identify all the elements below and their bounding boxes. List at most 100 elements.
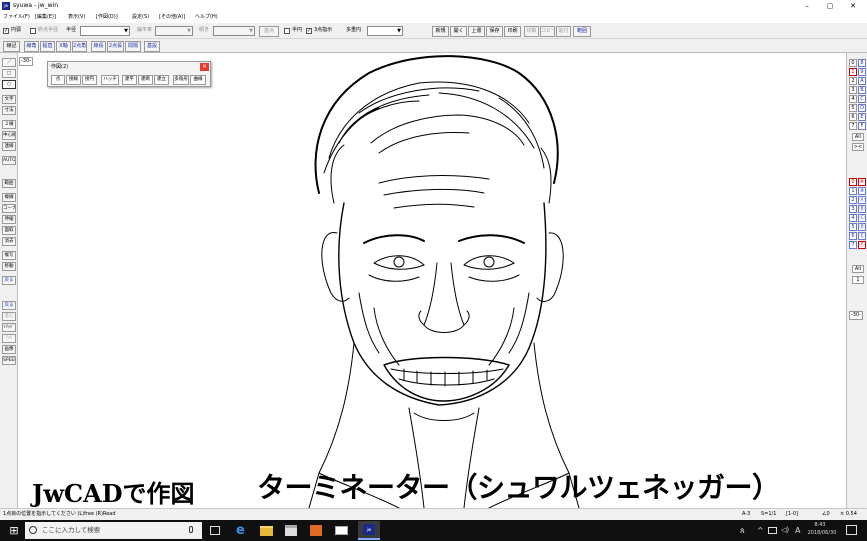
group-all-button[interactable]: All — [852, 265, 864, 273]
layer-all-button[interactable]: All — [852, 133, 864, 141]
group-a[interactable]: Ⓐ — [858, 196, 866, 204]
base-point-button[interactable]: 基点 — [259, 26, 279, 37]
rectangle-tool-button[interactable]: □ — [2, 69, 16, 78]
popup-plan-button[interactable]: 建平 — [122, 75, 137, 85]
layer-7[interactable]: 7 — [849, 122, 857, 130]
popup-curve-button[interactable]: 曲線 — [190, 75, 206, 85]
status-zoom[interactable]: × 0.54 — [840, 509, 857, 519]
menu-view[interactable]: 表示(V) — [68, 12, 85, 22]
group-1[interactable]: 1 — [849, 187, 857, 195]
layer-1[interactable]: 1 — [849, 68, 857, 76]
circle-tool-button[interactable]: ○ — [2, 80, 16, 89]
group-d[interactable]: Ⓓ — [858, 223, 866, 231]
three-point-checkbox[interactable]: ✓ — [306, 28, 312, 34]
layer-8[interactable]: 8 — [858, 59, 866, 67]
chamfer-tool-button[interactable]: 面取 — [2, 226, 16, 235]
popup-close-button[interactable]: × — [200, 63, 209, 71]
menu-draw[interactable]: [作図(D)] — [96, 12, 118, 22]
group-5[interactable]: 5 — [849, 223, 857, 231]
popup-point-button[interactable]: 点 — [51, 75, 65, 85]
tool2-line-attr-button[interactable]: 線記 — [3, 41, 20, 52]
text-tool-button[interactable]: 文字 — [2, 95, 16, 104]
tool2-two-point-length-button[interactable]: 2点長 — [107, 41, 124, 52]
network-icon[interactable] — [768, 527, 777, 534]
menu-other[interactable]: [その他(A)] — [159, 12, 185, 22]
undo2-tool-button[interactable]: 戻る — [2, 301, 16, 310]
layer-a[interactable]: A — [858, 77, 866, 85]
status-scale[interactable]: S=1/1 — [761, 509, 776, 519]
group-7[interactable]: 7 — [849, 241, 857, 249]
cut-button[interactable]: 切取 — [524, 26, 539, 37]
undo-tool-button[interactable]: 戻る — [2, 276, 16, 285]
menu-help[interactable]: ヘルプ(H) — [195, 12, 218, 22]
group-c[interactable]: Ⓒ — [858, 214, 866, 222]
offset-line-tool-button[interactable]: 複線 — [2, 193, 16, 202]
group-f[interactable]: Ⓕ — [858, 241, 866, 249]
layer-4[interactable]: 4 — [849, 95, 857, 103]
layer-3[interactable]: 3 — [849, 86, 857, 94]
flatness-combo[interactable]: ▼ — [155, 26, 193, 36]
tilt-combo[interactable]: ▼ — [213, 26, 255, 36]
tool2-two-point-angle-button[interactable]: 2点角 — [72, 41, 87, 52]
popup-polygon-button[interactable]: 多角形 — [173, 75, 189, 85]
dimension-tool-button[interactable]: 寸法 — [2, 106, 16, 115]
status-paper-size[interactable]: A-3 — [742, 509, 750, 519]
group-4[interactable]: 4 — [849, 214, 857, 222]
group-8[interactable]: ⑧ — [858, 178, 866, 186]
layer-d[interactable]: D — [858, 104, 866, 112]
volume-icon[interactable]: ◁) — [781, 523, 789, 538]
status-angle[interactable]: ∠0 — [822, 509, 830, 519]
double-line-tool-button[interactable]: ２線 — [2, 120, 16, 129]
speed-tool-button[interactable]: SPEED — [2, 356, 16, 365]
radius-combo[interactable]: ▼ — [80, 26, 130, 36]
popup-section-button[interactable]: 建断 — [138, 75, 153, 85]
multi-circle-combo[interactable]: ▼ — [367, 26, 403, 36]
copy-tool-button[interactable]: 複写 — [2, 251, 16, 260]
tool2-line-length-button[interactable]: 線長 — [91, 41, 106, 52]
group-one-button[interactable]: 1 — [852, 276, 864, 284]
layer-e[interactable]: E — [858, 113, 866, 121]
tray-chevron-icon[interactable]: ^ — [757, 523, 764, 538]
layer-5[interactable]: 5 — [849, 104, 857, 112]
mail-icon[interactable] — [335, 526, 348, 535]
range-button[interactable]: 範囲 — [573, 26, 591, 37]
tool2-base-set-button[interactable]: 基設 — [144, 41, 160, 52]
task-view-icon[interactable] — [210, 526, 220, 535]
minimize-button[interactable]: – — [800, 1, 814, 11]
move-tool-button[interactable]: 移動 — [2, 262, 16, 271]
open-file-button[interactable]: 開く — [450, 26, 467, 37]
action-center-icon[interactable] — [846, 525, 857, 535]
layer-f[interactable]: F — [858, 122, 866, 130]
copy-button[interactable]: コピー — [540, 26, 555, 37]
popup-tangent-line-button[interactable]: 接線 — [66, 75, 81, 85]
group-b[interactable]: Ⓑ — [858, 205, 866, 213]
fixed-radius-checkbox[interactable] — [30, 28, 36, 34]
auto-tool-button[interactable]: AUTO — [2, 156, 16, 165]
edge-browser-icon[interactable]: e — [236, 522, 245, 539]
layer-9[interactable]: 9 — [858, 68, 866, 76]
popup-elevation-button[interactable]: 建立 — [154, 75, 169, 85]
tool2-vertical-button[interactable]: 鉛直 — [40, 41, 55, 52]
group-e[interactable]: Ⓔ — [858, 232, 866, 240]
taskbar-date[interactable]: 2018/06/30 — [805, 530, 839, 537]
alri-tool-button[interactable]: ｱﾙﾘ — [2, 334, 16, 343]
drawing-canvas[interactable]: -30- JwCADで作図 ターミネーター（シュワルツェネッガー） — [19, 53, 845, 508]
group-3[interactable]: 3 — [849, 205, 857, 213]
tool2-line-angle-button[interactable]: 線角 — [24, 41, 39, 52]
tool2-interval-button[interactable]: 間隔 — [125, 41, 141, 52]
start-button[interactable]: ⊞ — [7, 522, 21, 539]
erase-tool-button[interactable]: 消去 — [2, 237, 16, 246]
people-icon[interactable]: ጰ — [740, 523, 745, 538]
redo-tool-button[interactable]: 進む — [2, 312, 16, 321]
solid-tool-button[interactable]: ｿﾘｯﾄﾞ — [2, 323, 16, 332]
save-button[interactable]: 保存 — [486, 26, 503, 37]
group-9[interactable]: ⑨ — [858, 187, 866, 195]
layer-c[interactable]: C — [858, 95, 866, 103]
layer-0[interactable]: 0 — [849, 59, 857, 67]
print-button[interactable]: 印刷 — [504, 26, 521, 37]
circle-arc-checkbox[interactable]: ✓ — [3, 28, 9, 34]
popup-tangent-circle-button[interactable]: 接円 — [82, 75, 97, 85]
menu-settings[interactable]: 設定(S) — [132, 12, 149, 22]
taskbar-time[interactable]: 8:43 — [805, 522, 835, 529]
media-player-icon[interactable] — [310, 525, 322, 536]
